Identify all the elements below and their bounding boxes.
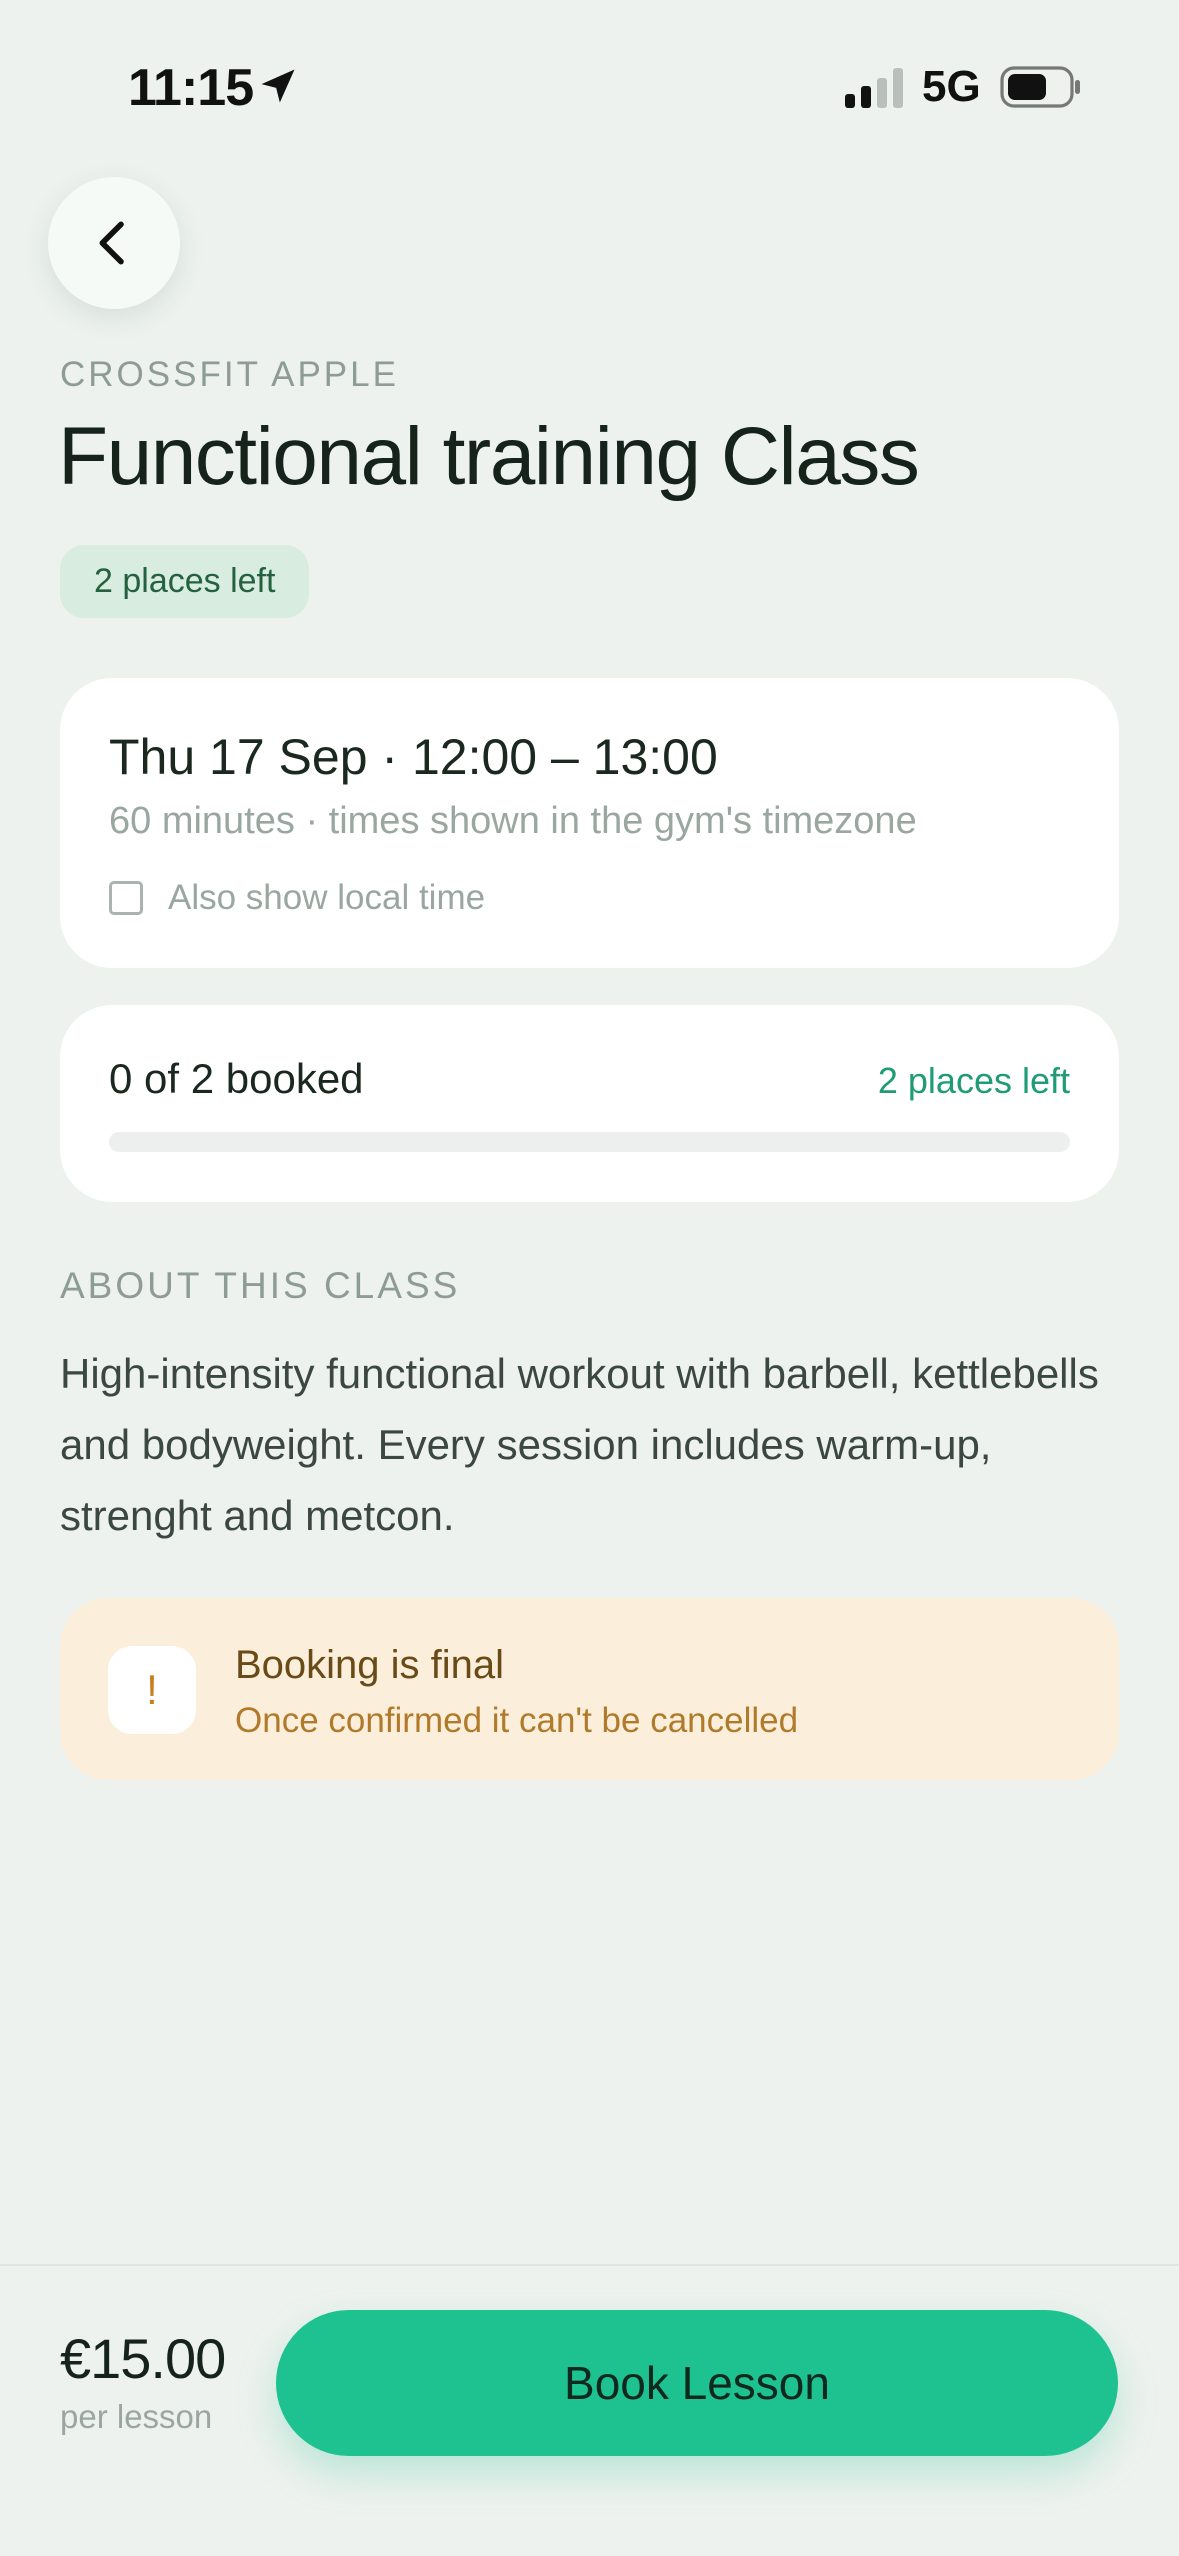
price-unit: per lesson [60, 2398, 213, 2435]
back-button[interactable] [48, 177, 180, 309]
gym-name: CROSSFIT APPLE [60, 355, 399, 394]
network-type: 5G [922, 62, 981, 111]
status-bar: 11:15 5G [0, 0, 1179, 150]
status-time: 11:15 [128, 59, 254, 117]
booking-status-card: 0 of 2 booked 2 places left [60, 1005, 1119, 1202]
booked-count: 0 of 2 booked [109, 1055, 364, 1102]
booking-final-notice: ! Booking is final Once confirmed it can… [60, 1598, 1119, 1780]
schedule-card: Thu 17 Sep · 12:00 – 13:00 60 minutes · … [60, 678, 1119, 968]
local-time-toggle[interactable]: Also show local time [109, 878, 485, 918]
local-time-checkbox[interactable] [109, 881, 143, 915]
battery-icon [1000, 66, 1080, 108]
about-description: High-intensity functional workout with b… [60, 1350, 1099, 1539]
local-time-label: Also show local time [168, 878, 486, 917]
notice-subtitle: Once confirmed it can't be cancelled [235, 1701, 799, 1740]
page-title: Functional training Class [58, 411, 920, 502]
checkout-bar: €15.00 per lesson Book Lesson [0, 2264, 1179, 2556]
exclamation-icon: ! [108, 1646, 196, 1734]
about-heading: ABOUT THIS CLASS [60, 1265, 461, 1306]
places-left-label: 2 places left [877, 1060, 1070, 1101]
chevron-left-icon [99, 221, 124, 265]
places-left-badge: 2 places left [60, 545, 310, 618]
book-lesson-button[interactable]: Book Lesson [276, 2310, 1118, 2456]
booking-progress-bar [109, 1132, 1070, 1152]
cellular-signal-icon [845, 68, 903, 108]
class-datetime: Thu 17 Sep · 12:00 – 13:00 [109, 729, 718, 785]
duration-timezone-note: 60 minutes · times shown in the gym's ti… [109, 800, 917, 842]
location-arrow-icon [261, 69, 295, 103]
notice-title: Booking is final [235, 1643, 505, 1687]
price: €15.00 [60, 2327, 226, 2390]
